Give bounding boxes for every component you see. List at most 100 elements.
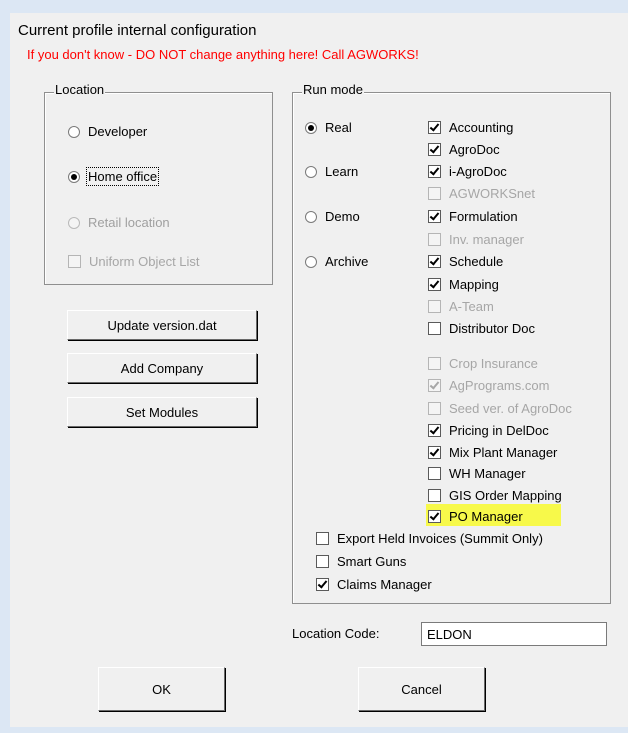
checkbox-export-held-invoices[interactable]: Export Held Invoices (Summit Only) <box>316 530 543 546</box>
checkbox-accounting-box <box>428 120 441 134</box>
cancel-button[interactable]: Cancel <box>358 667 485 711</box>
radio-real-label: Real <box>325 120 352 135</box>
checkbox-smart-guns-box <box>316 554 329 568</box>
radio-developer[interactable]: Developer <box>68 124 147 139</box>
set-modules-button[interactable]: Set Modules <box>67 397 257 427</box>
checkbox-uniform-object-list[interactable]: Uniform Object List <box>68 253 200 269</box>
checkbox-agrodoc-label: AgroDoc <box>449 141 500 157</box>
checkbox-gis-order-mapping[interactable]: GIS Order Mapping <box>428 487 562 503</box>
checkbox-accounting[interactable]: Accounting <box>428 119 513 135</box>
checkbox-claims-manager-box <box>316 577 329 591</box>
checkbox-wh-manager[interactable]: WH Manager <box>428 465 526 481</box>
checkbox-a-team[interactable]: A-Team <box>428 298 494 314</box>
checkbox-formulation[interactable]: Formulation <box>428 208 518 224</box>
checkbox-agrodoc-box <box>428 142 441 156</box>
checkbox-schedule-box <box>428 254 441 268</box>
checkbox-smart-guns[interactable]: Smart Guns <box>316 553 406 569</box>
checkbox-smart-guns-label: Smart Guns <box>337 553 407 569</box>
checkbox-accounting-label: Accounting <box>449 119 514 135</box>
checkbox-wh-manager-box <box>428 466 441 480</box>
radio-demo-indicator <box>305 210 317 223</box>
radio-archive-label: Archive <box>325 254 369 269</box>
checkbox-seed-ver-agrodoc-label: Seed ver. of AgroDoc <box>449 400 572 416</box>
checkbox-distributor-doc[interactable]: Distributor Doc <box>428 320 535 336</box>
checkbox-crop-insurance-label: Crop Insurance <box>449 355 538 371</box>
radio-developer-label: Developer <box>88 124 148 139</box>
checkbox-uniform-object-list-box <box>68 254 81 268</box>
checkbox-mix-plant-manager-label: Mix Plant Manager <box>449 444 558 460</box>
checkbox-schedule[interactable]: Schedule <box>428 253 503 269</box>
checkbox-mapping-label: Mapping <box>449 276 499 292</box>
checkbox-export-held-invoices-label: Export Held Invoices (Summit Only) <box>337 530 543 546</box>
window-frame-left <box>0 0 10 733</box>
checkbox-pricing-in-deldoc-box <box>428 423 441 437</box>
radio-demo[interactable]: Demo <box>305 209 360 224</box>
checkbox-inv-manager-label: Inv. manager <box>449 231 524 247</box>
checkbox-claims-manager[interactable]: Claims Manager <box>316 576 432 592</box>
checkbox-formulation-label: Formulation <box>449 208 518 224</box>
checkbox-gis-order-mapping-label: GIS Order Mapping <box>449 487 562 503</box>
radio-archive[interactable]: Archive <box>305 254 368 269</box>
radio-home-office-indicator <box>68 170 80 183</box>
checkbox-export-held-invoices-box <box>316 531 329 545</box>
checkbox-schedule-label: Schedule <box>449 253 504 269</box>
radio-home-office-label: Home office <box>85 167 160 186</box>
location-code-input[interactable] <box>421 622 607 646</box>
checkbox-claims-manager-label: Claims Manager <box>337 576 432 592</box>
checkbox-po-manager-box <box>428 509 441 523</box>
checkbox-i-agrodoc-label: i-AgroDoc <box>449 163 507 179</box>
radio-learn-indicator <box>305 165 317 178</box>
checkbox-distributor-doc-box <box>428 321 441 335</box>
checkbox-a-team-box <box>428 299 441 313</box>
update-version-button[interactable]: Update version.dat <box>67 310 257 340</box>
radio-retail-location-indicator <box>68 216 80 229</box>
checkbox-pricing-in-deldoc-label: Pricing in DelDoc <box>449 422 549 438</box>
checkbox-agworksnet-box <box>428 186 441 200</box>
ok-button[interactable]: OK <box>98 667 225 711</box>
location-legend: Location <box>54 82 106 97</box>
window-frame-top <box>0 0 628 13</box>
checkbox-agworksnet-label: AGWORKSnet <box>449 185 535 201</box>
checkbox-po-manager[interactable]: PO Manager <box>428 508 523 524</box>
checkbox-mix-plant-manager[interactable]: Mix Plant Manager <box>428 444 557 460</box>
radio-learn-label: Learn <box>325 164 359 179</box>
checkbox-gis-order-mapping-box <box>428 488 441 502</box>
radio-home-office[interactable]: Home office <box>68 167 160 186</box>
add-company-button[interactable]: Add Company <box>67 353 257 383</box>
checkbox-agprograms-box <box>428 378 441 392</box>
radio-archive-indicator <box>305 255 317 268</box>
radio-real[interactable]: Real <box>305 120 352 135</box>
radio-retail-location-label: Retail location <box>88 215 170 230</box>
checkbox-agprograms-label: AgPrograms.com <box>449 377 550 393</box>
checkbox-crop-insurance[interactable]: Crop Insurance <box>428 355 538 371</box>
checkbox-agprograms[interactable]: AgPrograms.com <box>428 377 549 393</box>
checkbox-agworksnet[interactable]: AGWORKSnet <box>428 185 535 201</box>
radio-real-indicator <box>305 121 317 134</box>
radio-demo-label: Demo <box>325 209 360 224</box>
checkbox-distributor-doc-label: Distributor Doc <box>449 320 535 336</box>
checkbox-inv-manager-box <box>428 232 441 246</box>
checkbox-i-agrodoc[interactable]: i-AgroDoc <box>428 163 507 179</box>
radio-learn[interactable]: Learn <box>305 164 358 179</box>
checkbox-mix-plant-manager-box <box>428 445 441 459</box>
checkbox-formulation-box <box>428 209 441 223</box>
checkbox-uniform-object-list-label: Uniform Object List <box>89 253 200 269</box>
checkbox-mapping-box <box>428 277 441 291</box>
checkbox-i-agrodoc-box <box>428 164 441 178</box>
radio-developer-indicator <box>68 125 80 138</box>
checkbox-wh-manager-label: WH Manager <box>449 465 526 481</box>
checkbox-mapping[interactable]: Mapping <box>428 276 499 292</box>
run-mode-legend: Run mode <box>302 82 364 97</box>
location-code-label: Location Code: <box>292 626 380 641</box>
window-frame-bottom <box>0 727 628 733</box>
checkbox-seed-ver-agrodoc-box <box>428 401 441 415</box>
checkbox-crop-insurance-box <box>428 356 441 370</box>
checkbox-agrodoc[interactable]: AgroDoc <box>428 141 500 157</box>
warning-text: If you don't know - DO NOT change anythi… <box>27 47 419 62</box>
radio-retail-location[interactable]: Retail location <box>68 215 170 230</box>
checkbox-po-manager-label: PO Manager <box>449 508 523 524</box>
dialog-title: Current profile internal configuration <box>18 22 257 39</box>
checkbox-inv-manager[interactable]: Inv. manager <box>428 231 524 247</box>
checkbox-seed-ver-agrodoc[interactable]: Seed ver. of AgroDoc <box>428 400 572 416</box>
checkbox-pricing-in-deldoc[interactable]: Pricing in DelDoc <box>428 422 549 438</box>
